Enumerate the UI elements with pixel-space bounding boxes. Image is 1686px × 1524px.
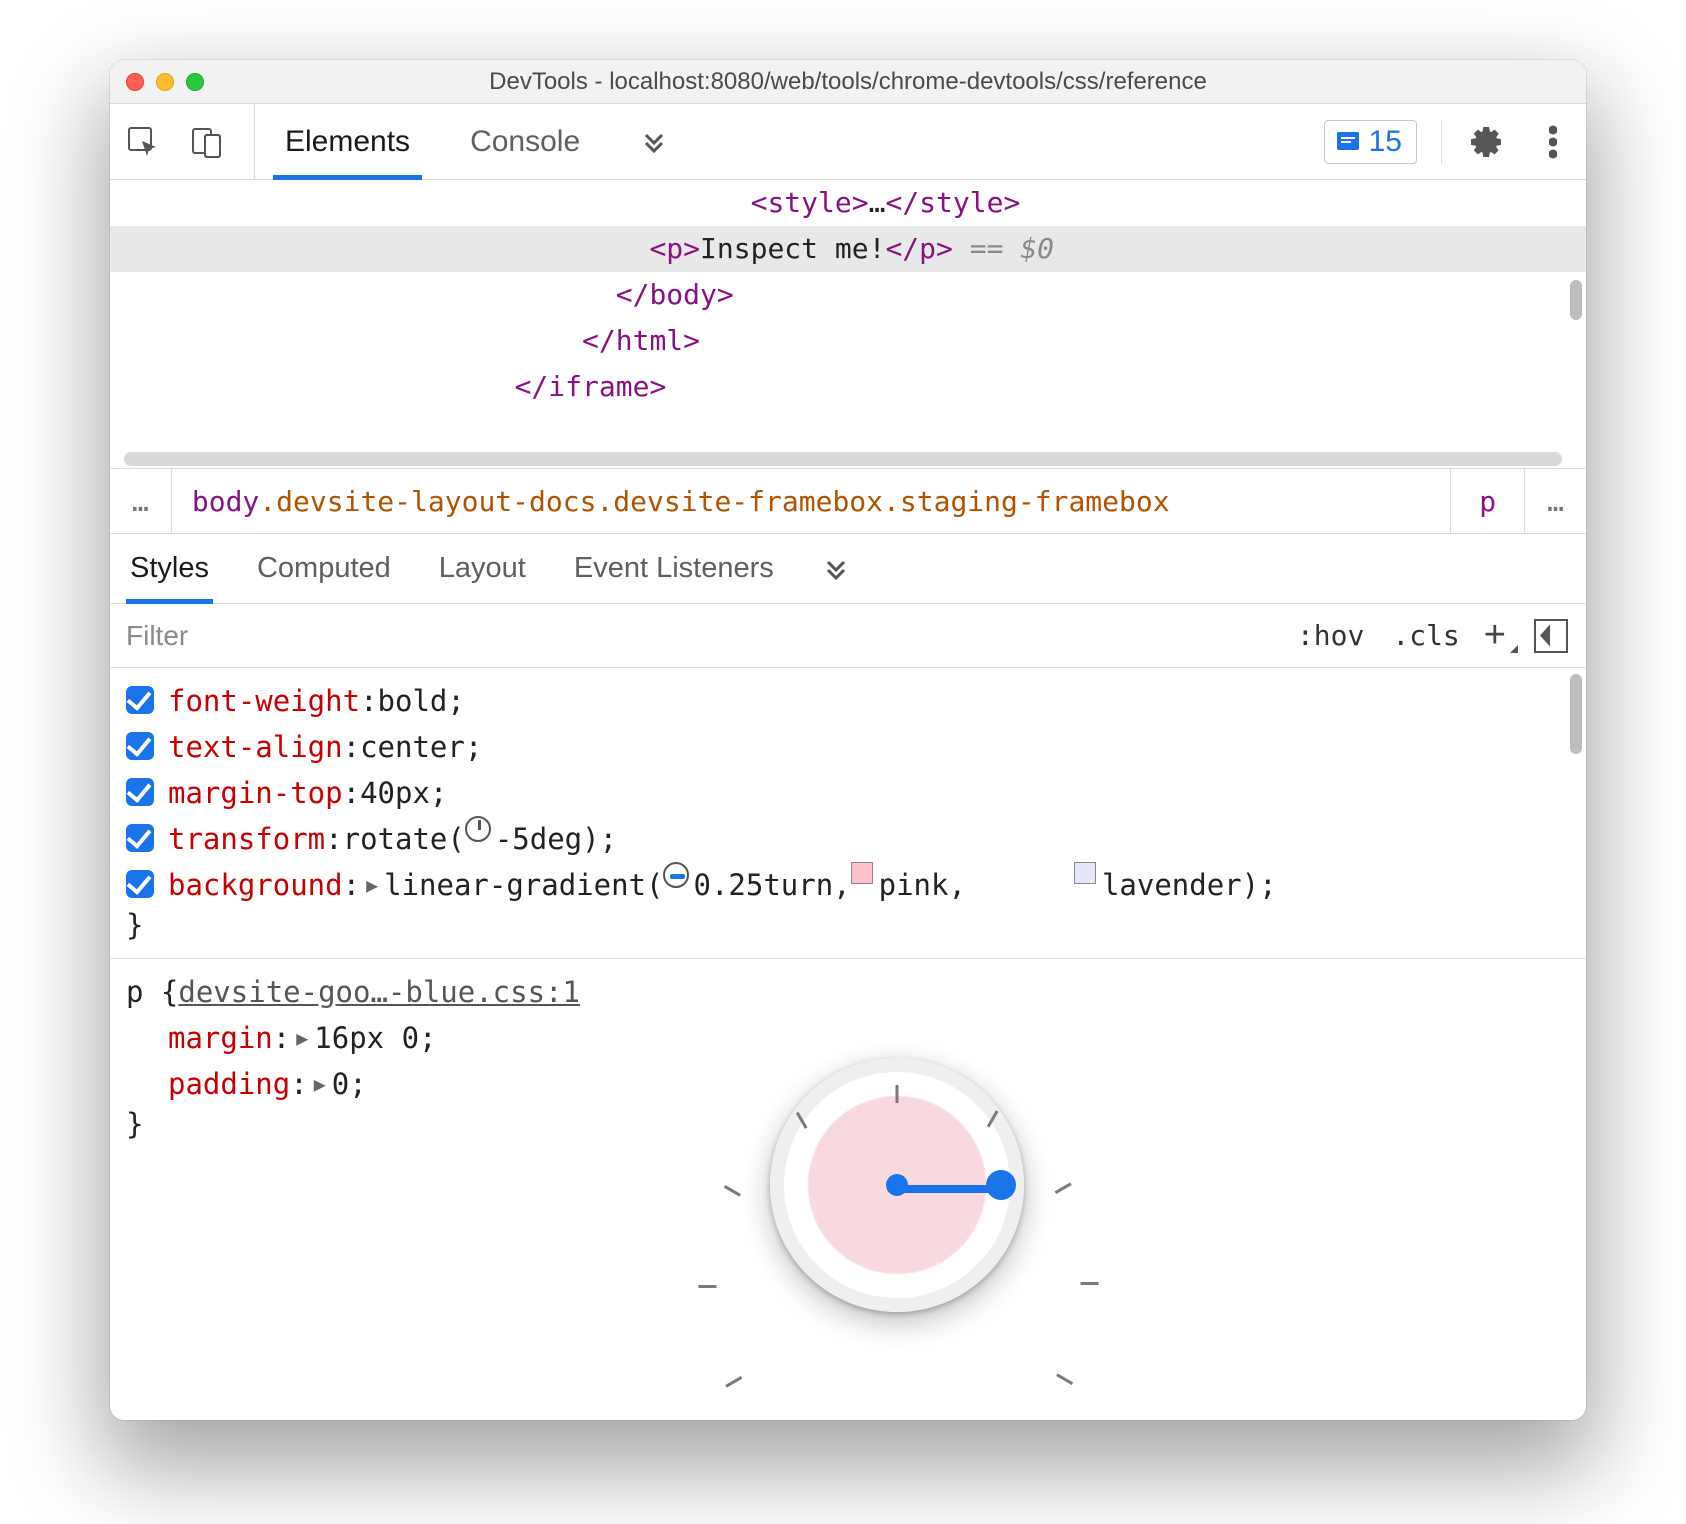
tab-console[interactable]: Console bbox=[440, 104, 610, 179]
clock-tick bbox=[725, 1376, 742, 1388]
issues-count: 15 bbox=[1369, 125, 1402, 159]
toggle-checkbox[interactable] bbox=[126, 778, 154, 806]
subtab-computed[interactable]: Computed bbox=[257, 534, 391, 603]
divider bbox=[1441, 120, 1442, 164]
css-value[interactable]: 40px bbox=[360, 770, 430, 816]
hov-toggle[interactable]: :hov bbox=[1283, 619, 1378, 652]
angle-clock-popover[interactable] bbox=[770, 1058, 1024, 1312]
css-declaration[interactable]: background: ▶linear-gradient(0.25turn, p… bbox=[126, 862, 1570, 908]
close-window-button[interactable] bbox=[126, 73, 144, 91]
clock-tick bbox=[896, 1085, 899, 1103]
css-value[interactable]: bold bbox=[378, 678, 448, 724]
css-property[interactable]: margin-top bbox=[168, 770, 343, 816]
breadcrumb: … body.devsite-layout-docs.devsite-frame… bbox=[110, 468, 1586, 534]
dom-node-line[interactable]: </body> bbox=[110, 272, 1586, 318]
expand-shorthand-icon[interactable]: ▶ bbox=[290, 1015, 314, 1061]
rule-selector[interactable]: p { bbox=[126, 969, 178, 1015]
dom-tree-pane[interactable]: ••• <style>…</style> <p>Inspect me!</p> … bbox=[110, 180, 1586, 468]
breadcrumb-classes: .devsite-layout-docs.devsite-framebox.st… bbox=[259, 485, 1169, 518]
clock-tick bbox=[1081, 1282, 1099, 1285]
styles-filter-input[interactable] bbox=[110, 604, 1283, 667]
zoom-window-button[interactable] bbox=[186, 73, 204, 91]
issues-badge[interactable]: 15 bbox=[1324, 120, 1417, 164]
new-style-rule-button[interactable]: + bbox=[1474, 614, 1516, 657]
dom-node-line[interactable]: <p>Inspect me!</p> == $0 bbox=[110, 226, 1586, 272]
toggle-checkbox[interactable] bbox=[126, 824, 154, 852]
subtab-event-listeners[interactable]: Event Listeners bbox=[574, 534, 774, 603]
angle-swatch-icon[interactable] bbox=[465, 816, 491, 842]
devtools-window: DevTools - localhost:8080/web/tools/chro… bbox=[110, 60, 1586, 1420]
device-toolbar-icon[interactable] bbox=[186, 121, 228, 163]
toggle-checkbox[interactable] bbox=[126, 686, 154, 714]
scrollbar-thumb[interactable] bbox=[1570, 280, 1582, 320]
css-value[interactable]: linear-gradient( bbox=[384, 862, 663, 908]
tab-elements[interactable]: Elements bbox=[255, 104, 440, 179]
window-title: DevTools - localhost:8080/web/tools/chro… bbox=[489, 68, 1207, 96]
color-swatch-icon[interactable] bbox=[1074, 862, 1096, 884]
clock-tick bbox=[699, 1285, 717, 1288]
clock-hand-knob[interactable] bbox=[986, 1170, 1016, 1200]
more-subtabs-icon[interactable] bbox=[822, 534, 850, 603]
dom-node-line[interactable]: </html> bbox=[110, 318, 1586, 364]
expand-shorthand-icon[interactable]: ▶ bbox=[308, 1061, 332, 1107]
css-rule: font-weight: bold;text-align: center;mar… bbox=[110, 676, 1586, 950]
css-declaration[interactable]: margin: ▶16px 0; bbox=[126, 1015, 1570, 1061]
breadcrumb-body[interactable]: body.devsite-layout-docs.devsite-framebo… bbox=[171, 469, 1451, 533]
styles-sidebar-tabs: Styles Computed Layout Event Listeners bbox=[110, 534, 1586, 604]
css-property[interactable]: margin bbox=[168, 1015, 273, 1061]
css-declaration[interactable]: font-weight: bold; bbox=[126, 678, 1570, 724]
traffic-lights bbox=[126, 73, 204, 91]
scrollbar-thumb[interactable] bbox=[1570, 674, 1582, 754]
css-property[interactable]: font-weight bbox=[168, 678, 360, 724]
css-property[interactable]: transform bbox=[168, 816, 325, 862]
horizontal-scrollbar[interactable] bbox=[124, 452, 1568, 468]
toggle-checkbox[interactable] bbox=[126, 732, 154, 760]
angle-swatch-icon[interactable] bbox=[663, 862, 689, 888]
clock-tick bbox=[796, 1112, 808, 1129]
breadcrumb-tag: body bbox=[192, 485, 259, 518]
css-declaration[interactable]: transform: rotate(-5deg); bbox=[126, 816, 1570, 862]
breadcrumb-right-overflow[interactable]: … bbox=[1525, 485, 1586, 518]
kebab-menu-icon[interactable] bbox=[1532, 121, 1574, 163]
dom-node-line[interactable]: </iframe> bbox=[110, 364, 1586, 410]
color-swatch-icon[interactable] bbox=[851, 862, 873, 884]
expand-shorthand-icon[interactable]: ▶ bbox=[360, 862, 384, 908]
subtab-styles[interactable]: Styles bbox=[130, 534, 209, 603]
main-toolbar: Elements Console 15 bbox=[110, 104, 1586, 180]
subtab-layout[interactable]: Layout bbox=[439, 534, 526, 603]
panel-tabs: Elements Console bbox=[255, 104, 698, 179]
minimize-window-button[interactable] bbox=[156, 73, 174, 91]
styles-toolbar: :hov .cls + bbox=[110, 604, 1586, 668]
breadcrumb-left-overflow[interactable]: … bbox=[110, 485, 171, 518]
titlebar: DevTools - localhost:8080/web/tools/chro… bbox=[110, 60, 1586, 104]
toggle-checkbox[interactable] bbox=[126, 870, 154, 898]
css-value[interactable]: center bbox=[360, 724, 465, 770]
more-tabs-icon[interactable] bbox=[610, 104, 698, 179]
gear-icon[interactable] bbox=[1466, 121, 1508, 163]
computed-sidebar-toggle-icon[interactable] bbox=[1534, 619, 1568, 653]
css-declaration[interactable]: margin-top: 40px; bbox=[126, 770, 1570, 816]
clock-tick bbox=[987, 1110, 999, 1127]
inspect-element-icon[interactable] bbox=[122, 121, 164, 163]
dom-node-line[interactable]: <style>…</style> bbox=[110, 180, 1586, 226]
css-value[interactable]: 16px 0 bbox=[314, 1015, 419, 1061]
css-declaration-cont[interactable]: lavender); bbox=[966, 862, 1277, 908]
cls-toggle[interactable]: .cls bbox=[1378, 619, 1473, 652]
breadcrumb-p[interactable]: p bbox=[1451, 469, 1525, 533]
css-property[interactable]: text-align bbox=[168, 724, 343, 770]
css-value[interactable]: rotate( bbox=[343, 816, 465, 862]
css-declaration[interactable]: text-align: center; bbox=[126, 724, 1570, 770]
clock-hub[interactable] bbox=[886, 1174, 908, 1196]
rule-close-brace: } bbox=[126, 908, 1570, 942]
css-property[interactable]: padding bbox=[168, 1061, 290, 1107]
clock-tick bbox=[1056, 1373, 1073, 1385]
css-property[interactable]: background bbox=[168, 862, 343, 908]
source-link[interactable]: devsite-goo…-blue.css:1 bbox=[178, 969, 580, 1015]
css-value[interactable]: 0 bbox=[332, 1061, 349, 1107]
